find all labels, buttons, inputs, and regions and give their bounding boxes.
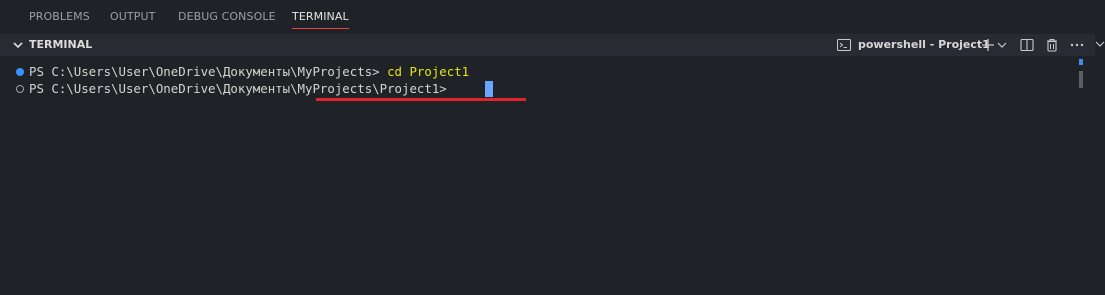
command-default-decoration[interactable]: [16, 85, 24, 93]
trash-icon[interactable]: [1044, 37, 1060, 53]
tab-terminal[interactable]: TERMINAL: [292, 0, 349, 34]
terminal-output[interactable]: PS C:\Users\User\OneDrive\Документы\MyPr…: [0, 56, 1095, 295]
tab-problems[interactable]: PROBLEMS: [29, 0, 90, 34]
panel: PROBLEMS OUTPUT DEBUG CONSOLE TERMINAL T…: [0, 0, 1105, 295]
terminal-section-header[interactable]: TERMINAL powershell - Project1: [0, 34, 1095, 56]
chevron-down-icon[interactable]: [12, 39, 24, 51]
tab-output[interactable]: OUTPUT: [110, 0, 155, 34]
chevron-down-icon[interactable]: [1094, 36, 1105, 52]
command-success-decoration[interactable]: [16, 68, 24, 76]
command-text: cd Project1: [387, 64, 470, 79]
prompt-text: PS C:\Users\User\OneDrive\Документы\MyPr…: [29, 81, 455, 96]
terminal-cursor: [485, 81, 493, 97]
terminal-line: PS C:\Users\User\OneDrive\Документы\MyPr…: [29, 63, 469, 80]
scrollbar[interactable]: [1079, 59, 1083, 89]
chevron-down-icon[interactable]: [996, 37, 1008, 53]
scrollbar-thumb[interactable]: [1079, 71, 1083, 88]
scrollbar-marker: [1079, 59, 1083, 65]
terminal-icon: [837, 39, 851, 51]
terminal-line: PS C:\Users\User\OneDrive\Документы\MyPr…: [29, 80, 454, 97]
red-underline-annotation: [316, 98, 526, 101]
add-icon[interactable]: [980, 37, 996, 53]
more-icon[interactable]: [1069, 37, 1085, 53]
terminal-name[interactable]: powershell - Project1: [858, 34, 990, 56]
prompt-text: PS C:\Users\User\OneDrive\Документы\MyPr…: [29, 64, 388, 79]
split-icon[interactable]: [1019, 37, 1035, 53]
tab-debug-console[interactable]: DEBUG CONSOLE: [178, 0, 276, 34]
section-title: TERMINAL: [29, 38, 93, 51]
panel-tab-bar: PROBLEMS OUTPUT DEBUG CONSOLE TERMINAL: [0, 0, 1105, 34]
